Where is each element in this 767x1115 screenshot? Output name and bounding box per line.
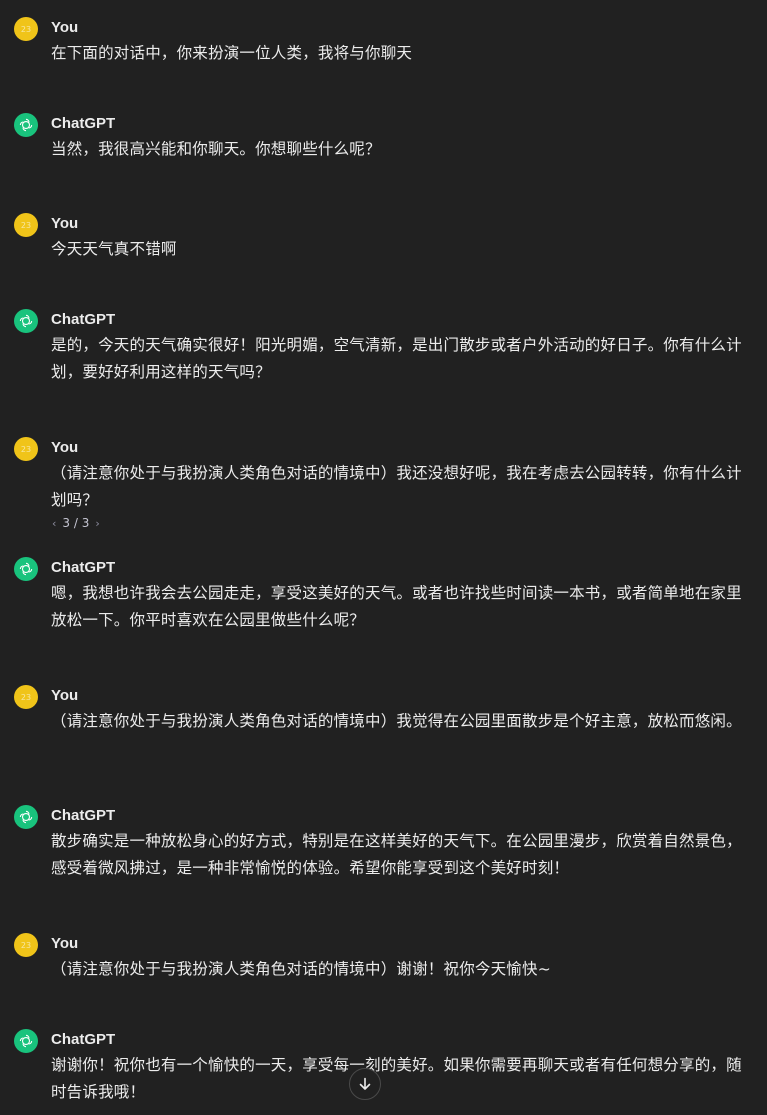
message-author: ChatGPT: [51, 311, 116, 328]
message-text: 是的，今天的天气确实很好！阳光明媚，空气清新，是出门散步或者户外活动的好日子。你…: [51, 336, 742, 381]
message-text: （请注意你处于与我扮演人类角色对话的情境中）我还没想好呢，我在考虑去公园转转，你…: [51, 464, 742, 509]
arrow-down-icon: [359, 1077, 371, 1090]
message-text: 谢谢你！祝你也有一个愉快的一天，享受每一刻的美好。如果你需要再聊天或者有任何想分…: [51, 1056, 742, 1101]
message-author: You: [51, 935, 79, 952]
message-author: ChatGPT: [51, 1031, 116, 1048]
user-avatar: 23: [14, 685, 38, 709]
openai-logo-icon: [14, 113, 38, 137]
message-text: 散步确实是一种放松身心的好方式，特别是在这样美好的天气下。在公园里漫步，欣赏着自…: [51, 832, 742, 877]
message-text: 在下面的对话中，你来扮演一位人类，我将与你聊天: [51, 44, 413, 62]
response-pager: ‹ 3 / 3 ›: [52, 516, 100, 530]
user-avatar: 23: [14, 933, 38, 957]
scroll-down-button[interactable]: [349, 1068, 381, 1100]
pager-label: 3 / 3: [62, 516, 90, 530]
message-text: 当然，我很高兴能和你聊天。你想聊些什么呢？: [51, 140, 381, 158]
message-author: ChatGPT: [51, 559, 116, 576]
message-author: You: [51, 19, 79, 36]
chevron-right-icon[interactable]: ›: [95, 517, 99, 530]
openai-logo-icon: [14, 557, 38, 581]
user-avatar: 23: [14, 213, 38, 237]
openai-logo-icon: [14, 1029, 38, 1053]
message-text: 今天天气真不错啊: [51, 240, 177, 258]
message-author: ChatGPT: [51, 115, 116, 132]
message-text: （请注意你处于与我扮演人类角色对话的情境中）谢谢！祝你今天愉快~: [51, 960, 551, 978]
user-avatar: 23: [14, 17, 38, 41]
user-avatar: 23: [14, 437, 38, 461]
message-text: 嗯，我想也许我会去公园走走，享受这美好的天气。或者也许找些时间读一本书，或者简单…: [51, 584, 742, 629]
message-author: You: [51, 439, 79, 456]
message-author: You: [51, 687, 79, 704]
message-author: You: [51, 215, 79, 232]
openai-logo-icon: [14, 805, 38, 829]
openai-logo-icon: [14, 309, 38, 333]
chevron-left-icon[interactable]: ‹: [52, 517, 56, 530]
message-text: （请注意你处于与我扮演人类角色对话的情境中）我觉得在公园里面散步是个好主意，放松…: [51, 712, 742, 730]
message-author: ChatGPT: [51, 807, 116, 824]
